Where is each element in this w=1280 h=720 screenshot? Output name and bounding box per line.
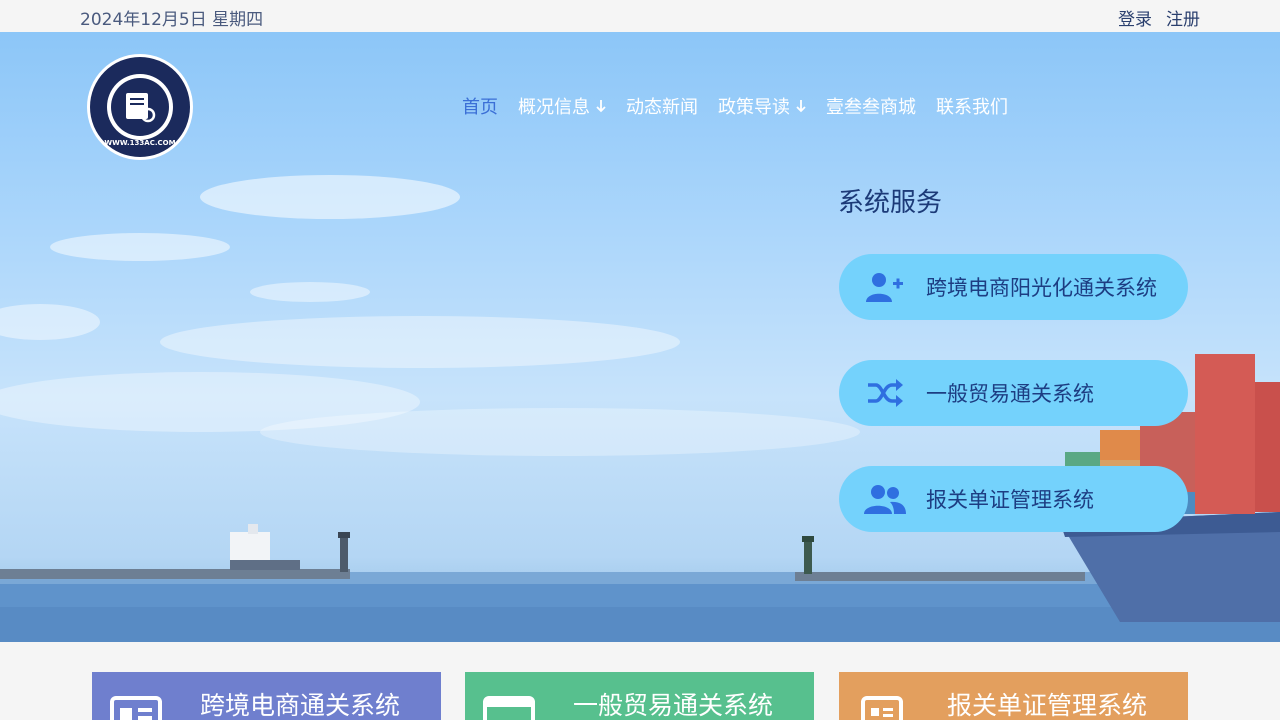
arrow-down-icon xyxy=(596,100,606,113)
card-label: 跨境电商通关系统 xyxy=(200,691,401,720)
card-cross-border[interactable]: 跨境电商通关系统 xyxy=(92,672,441,720)
user-plus-icon xyxy=(863,269,907,305)
auth-links: 登录 注册 xyxy=(1118,5,1200,30)
users-icon xyxy=(863,481,907,517)
card-label: 报关单证管理系统 xyxy=(947,691,1148,720)
services-title: 系统服务 xyxy=(838,188,943,218)
company-logo[interactable]: WWW.133AC.COM xyxy=(86,53,194,161)
nav-item-overview[interactable]: 概况信息 xyxy=(508,92,616,120)
id-card-icon xyxy=(110,696,162,720)
service-button-general-trade[interactable]: 一般贸易通关系统 xyxy=(839,360,1188,426)
system-cards: 跨境电商通关系统 一般贸易通关系统 报关单证管理系统 xyxy=(0,642,1280,720)
service-button-cross-border[interactable]: 跨境电商阳光化通关系统 xyxy=(839,254,1188,320)
arrow-down-icon xyxy=(796,100,806,113)
main-nav: 首页 概况信息 动态新闻 政策导读 壹叁叁商城 联系我们 xyxy=(452,92,1018,120)
nav-item-contact[interactable]: 联系我们 xyxy=(926,92,1018,120)
login-link[interactable]: 登录 xyxy=(1118,5,1152,30)
current-date: 2024年12月5日 星期四 xyxy=(80,10,264,30)
card-label: 一般贸易通关系统 xyxy=(573,691,774,720)
browser-window-icon xyxy=(483,696,535,720)
service-label: 一般贸易通关系统 xyxy=(926,382,1094,406)
service-button-declaration[interactable]: 报关单证管理系统 xyxy=(839,466,1188,532)
shuffle-icon xyxy=(863,375,907,411)
service-label: 跨境电商阳光化通关系统 xyxy=(926,276,1157,300)
card-general-trade[interactable]: 一般贸易通关系统 xyxy=(465,672,814,720)
top-bar: 2024年12月5日 星期四 登录 注册 xyxy=(0,0,1280,32)
card-declaration[interactable]: 报关单证管理系统 xyxy=(839,672,1188,720)
register-link[interactable]: 注册 xyxy=(1166,5,1200,30)
nav-item-home[interactable]: 首页 xyxy=(452,92,508,120)
service-label: 报关单证管理系统 xyxy=(926,488,1094,512)
nav-item-policy[interactable]: 政策导读 xyxy=(708,92,816,120)
svg-text:WWW.133AC.COM: WWW.133AC.COM xyxy=(104,139,175,147)
hero-banner: WWW.133AC.COM 首页 概况信息 动态新闻 政策导读 壹叁叁商城 联系… xyxy=(0,32,1280,642)
document-list-icon xyxy=(861,696,903,720)
nav-item-news[interactable]: 动态新闻 xyxy=(616,92,708,120)
nav-item-mall[interactable]: 壹叁叁商城 xyxy=(816,92,926,120)
